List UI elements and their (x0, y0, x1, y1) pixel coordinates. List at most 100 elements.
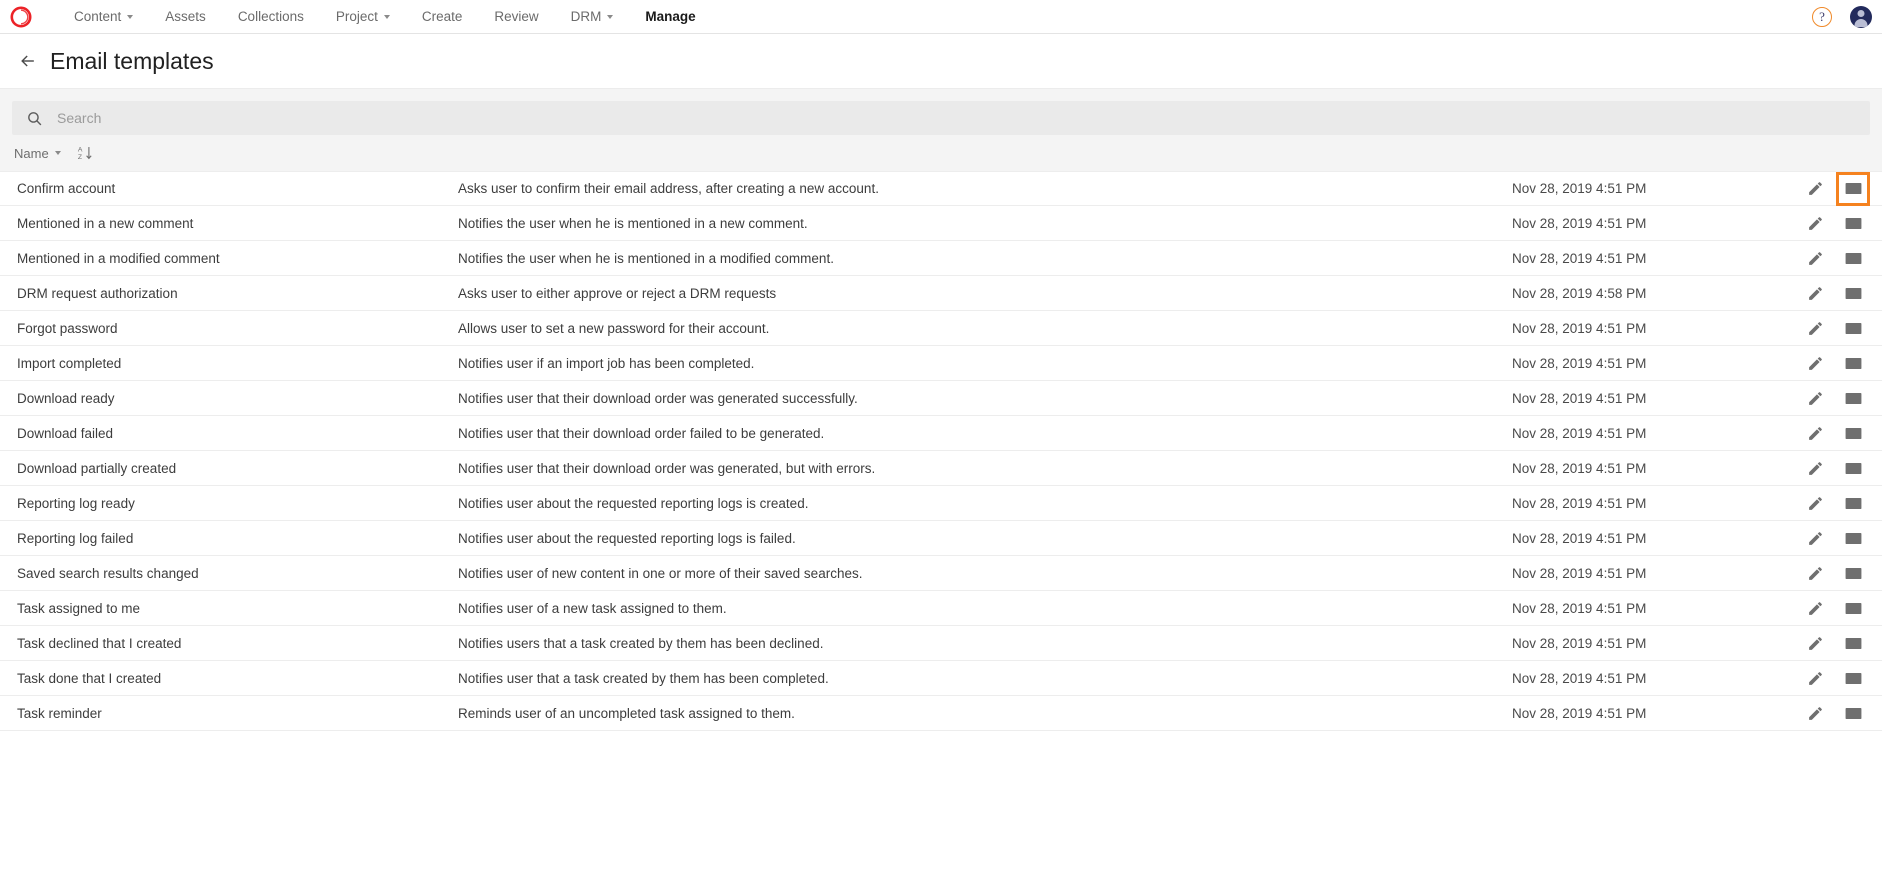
table-row[interactable]: DRM request authorization Asks user to ei… (0, 276, 1882, 311)
row-template-name: Reporting log ready (17, 495, 135, 511)
table-row[interactable]: Mentioned in a modified comment Notifies … (0, 241, 1882, 276)
pencil-icon[interactable] (1804, 527, 1826, 549)
row-description: Notifies user if an import job has been … (458, 355, 755, 371)
table-row[interactable]: Reporting log failed Notifies user about … (0, 521, 1882, 556)
table-row[interactable]: Import completed Notifies user if an impo… (0, 346, 1882, 381)
table-row[interactable]: Forgot password Allows user to set a new … (0, 311, 1882, 346)
envelope-icon[interactable] (1842, 597, 1864, 619)
envelope-icon[interactable] (1842, 667, 1864, 689)
table-row[interactable]: Task done that I created Notifies user th… (0, 661, 1882, 696)
envelope-icon[interactable] (1842, 317, 1864, 339)
nav-item-content[interactable]: Content (58, 0, 149, 34)
table-row[interactable]: Saved search results changed Notifies use… (0, 556, 1882, 591)
sort-az-ascending-icon[interactable]: A Z (77, 144, 94, 162)
envelope-icon[interactable] (1842, 632, 1864, 654)
envelope-icon[interactable] (1842, 282, 1864, 304)
search-icon (26, 110, 43, 127)
table-row[interactable]: Mentioned in a new comment Notifies the u… (0, 206, 1882, 241)
search-box[interactable] (12, 101, 1870, 135)
table-row[interactable]: Download ready Notifies user that their d… (0, 381, 1882, 416)
table-row[interactable]: Reporting log ready Notifies user about t… (0, 486, 1882, 521)
nav-item-project[interactable]: Project (320, 0, 406, 34)
table-row[interactable]: Task declined that I created Notifies use… (0, 626, 1882, 661)
brand-logo-icon[interactable] (8, 4, 34, 30)
envelope-icon[interactable] (1842, 352, 1864, 374)
pencil-icon[interactable] (1804, 457, 1826, 479)
pencil-icon[interactable] (1804, 317, 1826, 339)
envelope-icon[interactable] (1842, 457, 1864, 479)
pencil-icon[interactable] (1804, 387, 1826, 409)
nav-item-label: Content (74, 8, 122, 24)
row-actions (1762, 492, 1882, 514)
row-actions (1762, 597, 1882, 619)
back-arrow-icon[interactable] (14, 47, 42, 75)
row-actions (1762, 702, 1882, 724)
row-template-name: Download partially created (17, 460, 177, 476)
search-input[interactable] (57, 110, 1856, 126)
sort-field-selector[interactable]: Name (14, 146, 61, 161)
row-description: Notifies user that their download order … (458, 390, 858, 406)
nav-item-label: DRM (570, 8, 602, 24)
row-actions (1762, 562, 1882, 584)
sort-controls: Name A Z (12, 135, 1870, 171)
row-date: Nov 28, 2019 4:51 PM (1512, 320, 1647, 336)
row-template-name: Reporting log failed (17, 530, 134, 546)
row-actions (1762, 422, 1882, 444)
envelope-icon[interactable] (1842, 492, 1864, 514)
pencil-icon[interactable] (1804, 492, 1826, 514)
email-templates-table: Confirm account Asks user to confirm thei… (0, 171, 1882, 731)
help-icon-label: ? (1819, 9, 1825, 24)
pencil-icon[interactable] (1804, 667, 1826, 689)
row-template-name: Task done that I created (17, 670, 162, 686)
row-date: Nov 28, 2019 4:51 PM (1512, 250, 1647, 266)
table-row[interactable]: Download partially created Notifies user … (0, 451, 1882, 486)
nav-item-collections[interactable]: Collections (222, 0, 320, 34)
row-description: Notifies user of new content in one or m… (458, 565, 863, 581)
row-template-name: DRM request authorization (17, 285, 178, 301)
pencil-icon[interactable] (1804, 562, 1826, 584)
row-date: Nov 28, 2019 4:51 PM (1512, 355, 1647, 371)
row-description: Notifies user that their download order … (458, 460, 876, 476)
pencil-icon[interactable] (1804, 247, 1826, 269)
row-date: Nov 28, 2019 4:58 PM (1512, 285, 1647, 301)
pencil-icon[interactable] (1804, 352, 1826, 374)
nav-item-drm[interactable]: DRM (555, 0, 630, 34)
table-row[interactable]: Task assigned to me Notifies user of a ne… (0, 591, 1882, 626)
row-description: Allows user to set a new password for th… (458, 320, 770, 336)
envelope-icon[interactable] (1842, 527, 1864, 549)
pencil-icon[interactable] (1804, 282, 1826, 304)
nav-item-assets[interactable]: Assets (149, 0, 222, 34)
row-template-name: Task reminder (17, 705, 102, 721)
table-row[interactable]: Task reminder Reminds user of an uncomple… (0, 696, 1882, 731)
pencil-icon[interactable] (1804, 422, 1826, 444)
pencil-icon[interactable] (1804, 702, 1826, 724)
envelope-icon[interactable] (1842, 702, 1864, 724)
row-description: Notifies the user when he is mentioned i… (458, 215, 808, 231)
row-date: Nov 28, 2019 4:51 PM (1512, 705, 1647, 721)
pencil-icon[interactable] (1804, 212, 1826, 234)
row-template-name: Download ready (17, 390, 115, 406)
nav-item-review[interactable]: Review (478, 0, 554, 34)
pencil-icon[interactable] (1804, 178, 1826, 200)
toolbar-area: Name A Z (0, 88, 1882, 171)
pencil-icon[interactable] (1804, 597, 1826, 619)
row-date: Nov 28, 2019 4:51 PM (1512, 460, 1647, 476)
row-actions (1762, 282, 1882, 304)
envelope-icon[interactable] (1842, 387, 1864, 409)
user-avatar-icon[interactable] (1850, 6, 1872, 28)
nav-item-manage[interactable]: Manage (629, 0, 711, 34)
nav-item-create[interactable]: Create (406, 0, 479, 34)
row-date: Nov 28, 2019 4:51 PM (1512, 425, 1647, 441)
row-description: Asks user to confirm their email address… (458, 181, 879, 196)
envelope-icon[interactable] (1842, 562, 1864, 584)
envelope-icon[interactable] (1836, 171, 1870, 206)
envelope-icon[interactable] (1842, 212, 1864, 234)
envelope-icon[interactable] (1842, 247, 1864, 269)
envelope-icon[interactable] (1842, 422, 1864, 444)
table-row[interactable]: Download failed Notifies user that their … (0, 416, 1882, 451)
pencil-icon[interactable] (1804, 632, 1826, 654)
table-row[interactable]: Confirm account Asks user to confirm thei… (0, 171, 1882, 206)
row-template-name: Task assigned to me (17, 600, 141, 616)
row-date: Nov 28, 2019 4:51 PM (1512, 390, 1647, 406)
help-circle-icon[interactable]: ? (1812, 7, 1832, 27)
